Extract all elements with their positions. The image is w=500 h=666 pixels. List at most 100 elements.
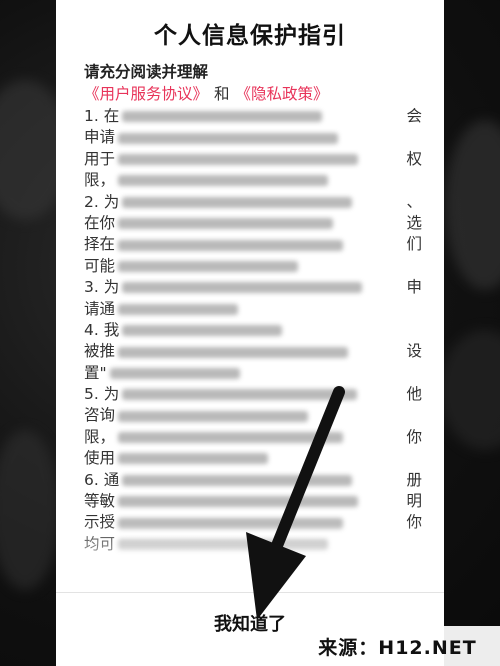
paragraph-start-text: 可能 [84, 256, 116, 275]
and-text: 和 [214, 85, 230, 104]
blurred-text [122, 196, 353, 208]
paragraph-line-left: 请通 [84, 299, 239, 320]
paragraph-line-left: 1. 在 [84, 106, 323, 127]
paragraph-line: 请通 [84, 299, 422, 320]
paragraph-line-left: 可能 [84, 256, 299, 277]
paragraph-line: 使用 [84, 448, 422, 469]
paragraph-start-text: 申请 [84, 128, 116, 147]
blurred-text [118, 260, 299, 272]
privacy-dialog: 个人信息保护指引 请充分阅读并理解 《用户服务协议》 和 《隐私政策》 1. 在… [56, 0, 444, 666]
paragraph-line-left: 置" [84, 363, 240, 384]
paragraph-start-text: 1. 在 [84, 107, 120, 125]
paragraph-line: 6. 通 册 [84, 470, 422, 491]
paragraph-line: 被推 设 [84, 341, 422, 362]
blurred-text [122, 474, 353, 486]
blurred-text [118, 432, 344, 444]
paragraph-end-text: 册 [406, 470, 422, 489]
paragraph-end-text: 明 [406, 492, 422, 511]
paragraph-start-text: 咨询 [84, 406, 116, 425]
privacy-policy-link[interactable]: 《隐私政策》 [236, 84, 329, 105]
blurred-text [118, 496, 359, 508]
paragraph-start-text: 置" [84, 363, 107, 382]
paragraph-line: 1. 在 会 [84, 106, 422, 127]
paragraph-line-left: 3. 为 [84, 277, 363, 298]
blurred-text [122, 282, 363, 294]
paragraph-line: 用于 权 [84, 149, 422, 170]
paragraph-start-text: 使用 [84, 449, 116, 468]
paragraph-start-text: 4. 我 [84, 320, 120, 339]
paragraph-line: 可能 [84, 256, 422, 277]
paragraph-start-text: 3. 为 [84, 278, 120, 297]
paragraph-end-text: 他 [406, 385, 422, 404]
content-fade [56, 520, 444, 590]
paragraph-start-text: 2. 为 [84, 192, 120, 211]
paragraph-end-text: 们 [406, 235, 422, 254]
blurred-text [118, 303, 239, 315]
paragraph-line: 申请 [84, 127, 422, 148]
blurred-text [109, 367, 240, 379]
paragraph-line-left: 6. 通 [84, 470, 353, 491]
paragraph-start-text: 等敏 [84, 492, 116, 511]
paragraph-line: 2. 为 、 [84, 192, 422, 213]
blurred-text [118, 410, 309, 422]
blurred-text [118, 218, 334, 230]
paragraph-line: 3. 为 申 [84, 277, 422, 298]
source-watermark: 来源：H12.NET [295, 626, 500, 666]
paragraph-end-text: 你 [406, 427, 422, 446]
paragraph-start-text: 5. 为 [84, 385, 120, 404]
paragraph-line-left: 用于 [84, 149, 359, 170]
paragraph-line: 限， 你 [84, 427, 422, 448]
paragraph-line-left: 使用 [84, 448, 269, 469]
paragraph-line: 等敏 明 [84, 491, 422, 512]
paragraph-line-left: 择在 [84, 234, 344, 255]
paragraph-line-left: 限， [84, 170, 329, 191]
paragraph-start-text: 被推 [84, 342, 116, 361]
blurred-text [118, 153, 359, 165]
watermark-text: 来源：H12.NET [318, 636, 477, 659]
paragraph-line-left: 4. 我 [84, 320, 283, 341]
paragraph-line: 4. 我 [84, 320, 422, 341]
paragraph-line-left: 申请 [84, 127, 339, 148]
paragraph-end-text: 、 [406, 192, 422, 211]
intro-text: 请充分阅读并理解 [84, 63, 209, 82]
dialog-content: 请充分阅读并理解 《用户服务协议》 和 《隐私政策》 1. 在 会申请用于 权限， 2… [84, 62, 422, 555]
paragraph-start-text: 用于 [84, 149, 116, 168]
paragraph-end-text: 会 [406, 107, 422, 125]
paragraph-line: 咨询 [84, 405, 422, 426]
paragraph-line: 置" [84, 363, 422, 384]
blurred-text [118, 453, 269, 465]
blurred-text [118, 132, 339, 144]
button-divider [56, 592, 444, 593]
blurred-text [118, 346, 349, 358]
paragraph-line-left: 5. 为 [84, 384, 358, 405]
paragraph-end-text: 申 [406, 278, 422, 297]
paragraph-line-left: 等敏 [84, 491, 359, 512]
paragraph-line-left: 限， [84, 427, 344, 448]
paragraph-end-text: 选 [406, 213, 422, 232]
paragraph-end-text: 设 [406, 342, 422, 361]
dialog-title: 个人信息保护指引 [154, 23, 346, 49]
paragraph-start-text: 在你 [84, 213, 116, 232]
paragraph-line-left: 2. 为 [84, 192, 353, 213]
blurred-text [122, 111, 323, 123]
paragraph-line: 限， [84, 170, 422, 191]
links-line: 《用户服务协议》 和 《隐私政策》 [84, 84, 422, 106]
paragraph-line-left: 在你 [84, 213, 334, 234]
policy-paragraphs: 1. 在 会申请用于 权限， 2. 为 、在你 选择在 们可能 3. 为 申请通 4. 我被推 设置… [84, 106, 422, 555]
paragraph-line: 择在 们 [84, 234, 422, 255]
paragraph-line-left: 被推 [84, 341, 349, 362]
paragraph-start-text: 请通 [84, 299, 116, 318]
paragraph-line: 5. 为 他 [84, 384, 422, 405]
paragraph-line-left: 咨询 [84, 405, 309, 426]
paragraph-line: 在你 选 [84, 213, 422, 234]
paragraph-start-text: 限， [84, 427, 116, 446]
paragraph-start-text: 择在 [84, 235, 116, 254]
blurred-text [122, 325, 283, 337]
user-agreement-link[interactable]: 《用户服务协议》 [84, 84, 208, 105]
blurred-text [118, 239, 344, 251]
blurred-text [118, 175, 329, 187]
paragraph-end-text: 权 [406, 149, 422, 168]
paragraph-start-text: 限， [84, 171, 116, 190]
paragraph-start-text: 6. 通 [84, 470, 120, 489]
blurred-text [122, 389, 358, 401]
